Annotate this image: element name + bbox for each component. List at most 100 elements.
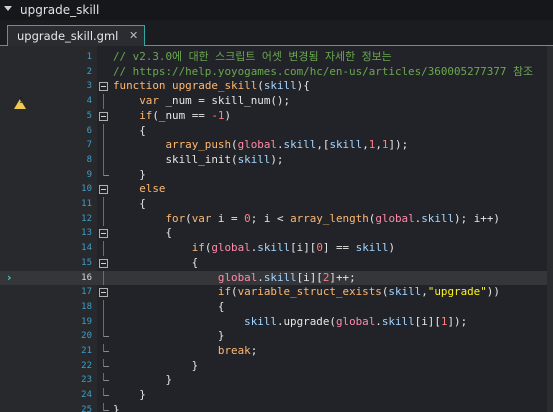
code-line[interactable]: 2 // https://help.yoyogames.com/hc/en-us/… xyxy=(0,65,553,80)
code-token: var xyxy=(191,211,212,225)
fold-guide xyxy=(103,388,104,397)
fold-guide xyxy=(103,167,104,176)
code-token: skill xyxy=(263,79,297,93)
code-token: { xyxy=(113,123,146,137)
code-line[interactable]: 25} xyxy=(0,402,553,412)
code-token: upgrade_skill xyxy=(172,79,258,93)
code-token: [i][ xyxy=(296,270,323,284)
code-text: var _num = skill_num(); xyxy=(113,94,290,109)
code-line[interactable]: 23 } xyxy=(0,373,553,388)
code-token: { xyxy=(113,255,199,269)
code-token: skill xyxy=(237,152,271,166)
code-token: } xyxy=(113,373,173,387)
code-line[interactable]: 5 if(_num == -1) xyxy=(0,109,553,124)
code-text: { xyxy=(113,197,146,212)
code-text: { xyxy=(113,226,172,241)
code-token: for xyxy=(165,211,186,225)
code-line[interactable]: 8 skill_init(skill); xyxy=(0,152,553,168)
code-token: ]); xyxy=(447,314,468,328)
code-line[interactable]: 11 { xyxy=(0,197,553,212)
code-text: { xyxy=(113,255,199,271)
close-icon[interactable]: ✕ xyxy=(129,26,138,46)
fold-guide xyxy=(103,299,104,315)
fold-guide xyxy=(103,94,104,109)
line-number: 4 xyxy=(86,96,92,107)
code-editor[interactable]: 1 // v2.3.0에 대한 스크립트 어셋 변경됨 자세한 정보는 2 // ht… xyxy=(0,46,553,412)
code-token: ; i < xyxy=(250,211,291,225)
chevron-right-icon: › xyxy=(7,270,12,284)
code-line[interactable]: 24 } xyxy=(0,388,553,403)
code-line[interactable]: 10 else xyxy=(0,182,553,197)
code-line[interactable]: 7 array_push(global.skill,[skill,1,1]); xyxy=(0,138,553,153)
code-text: for(var i = 0; i < array_length(global.s… xyxy=(113,211,499,227)
code-token: function xyxy=(113,79,166,93)
code-token: var xyxy=(139,94,159,108)
tab-label: upgrade_skill.gml xyxy=(17,29,119,43)
fold-toggle-icon[interactable] xyxy=(99,229,108,239)
fold-guide xyxy=(103,314,104,330)
code-line[interactable]: 18 { xyxy=(0,299,553,315)
code-text: if(_num == -1) xyxy=(113,109,231,124)
code-token: ]++; xyxy=(329,270,356,284)
code-token: skill xyxy=(244,314,277,328)
fold-guide xyxy=(103,358,104,367)
fold-toggle-icon[interactable] xyxy=(99,111,108,121)
line-number: 7 xyxy=(86,140,92,151)
code-line[interactable]: 17 if(variable_struct_exists(skill,"upgr… xyxy=(0,285,553,300)
code-token: variable_struct_exists xyxy=(237,285,382,299)
code-line[interactable]: 14 if(global.skill[i][0] == skill) xyxy=(0,241,553,256)
code-token: skill xyxy=(263,270,297,284)
window-title: upgrade_skill xyxy=(20,3,100,17)
code-line[interactable]: 3 function upgrade_skill(skill){ xyxy=(0,79,553,94)
code-token: global xyxy=(217,270,258,284)
code-text: function upgrade_skill(skill){ xyxy=(113,79,310,94)
collapse-arrow-icon[interactable] xyxy=(4,6,12,11)
line-number: 15 xyxy=(81,257,92,268)
line-number: 13 xyxy=(81,228,92,239)
code-line[interactable]: 15 { xyxy=(0,256,553,271)
code-token: break xyxy=(217,344,251,357)
code-token: } xyxy=(113,358,199,372)
code-token: } xyxy=(113,402,120,412)
code-token: ) xyxy=(224,108,232,122)
fold-toggle-icon[interactable] xyxy=(99,82,108,92)
code-line[interactable]: 21 break; xyxy=(0,344,553,359)
code-token: skill xyxy=(381,314,415,328)
line-number: 23 xyxy=(81,375,92,386)
code-token: "upgrade" xyxy=(427,285,487,299)
code-line[interactable]: › 16 global.skill[i][2]++; xyxy=(0,270,553,286)
vertical-scrollbar[interactable] xyxy=(547,46,553,412)
code-line[interactable]: ! 4 var _num = skill_num(); xyxy=(0,94,553,110)
code-token: ){ xyxy=(296,79,310,93)
code-line[interactable]: 22 } xyxy=(0,358,553,374)
code-line[interactable]: 9 } xyxy=(0,167,553,183)
code-token: ]); xyxy=(388,138,409,152)
line-number: 5 xyxy=(86,110,92,121)
code-text: } xyxy=(113,388,146,403)
code-text: // v2.3.0에 대한 스크립트 어셋 변경됨 자세한 정보는 xyxy=(113,50,392,65)
code-token: .upgrade( xyxy=(276,314,336,328)
fold-toggle-icon[interactable] xyxy=(99,258,108,268)
code-line[interactable]: 12 for(var i = 0; i < array_length(globa… xyxy=(0,211,553,227)
fold-guide xyxy=(103,344,104,352)
code-line[interactable]: 13 { xyxy=(0,226,553,241)
code-text: { xyxy=(113,300,225,315)
fold-toggle-icon[interactable] xyxy=(99,185,108,195)
code-text: array_push(global.skill,[skill,1,1]); xyxy=(113,138,408,153)
fold-toggle-icon[interactable] xyxy=(99,288,108,298)
code-token: // v2.3.0에 대한 스크립트 어셋 변경됨 자세한 정보는 xyxy=(113,50,392,63)
code-line[interactable]: 6 { xyxy=(0,123,553,139)
code-line[interactable]: 19 skill.upgrade(global.skill[i][1]); xyxy=(0,314,553,330)
line-number: 19 xyxy=(81,316,92,327)
line-number: 8 xyxy=(86,154,92,165)
code-token: (_num == xyxy=(152,108,212,122)
code-line[interactable]: 1 // v2.3.0에 대한 스크립트 어셋 변경됨 자세한 정보는 xyxy=(0,50,553,65)
code-token: } xyxy=(113,167,146,181)
tab-upgrade-skill[interactable]: upgrade_skill.gml ✕ xyxy=(7,25,145,46)
code-text: } xyxy=(113,373,172,388)
code-text: } xyxy=(113,168,146,183)
line-number: 12 xyxy=(81,213,92,224)
code-line[interactable]: 20 } xyxy=(0,329,553,344)
